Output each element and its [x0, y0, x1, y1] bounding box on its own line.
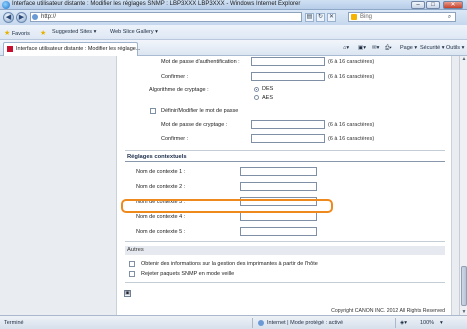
settings-panel: Mot de passe d'authentification : (6 à 1…	[116, 56, 452, 315]
auth-password-label: Mot de passe d'authentification :	[161, 59, 240, 65]
encryption-aes-radio[interactable]	[254, 95, 259, 100]
encryption-des-radio[interactable]	[254, 87, 259, 92]
tools-menu[interactable]: Outils ▾	[446, 45, 464, 51]
refresh-icon[interactable]: ↻	[316, 13, 325, 22]
safety-menu[interactable]: Sécurité ▾	[420, 45, 444, 51]
context-name-2-label: Nom de contexte 2 :	[136, 184, 186, 190]
search-field[interactable]: Bing ⌕	[348, 12, 456, 22]
encrypt-password-hint: (6 à 16 caractères)	[328, 122, 375, 128]
reject-snmp-sleep-label: Rejeter paquets SNMP en mode veille	[141, 271, 235, 277]
reject-snmp-sleep-checkbox[interactable]	[129, 271, 135, 277]
context-name-4-input[interactable]	[240, 212, 317, 221]
suggested-sites-button[interactable]: Suggested Sites ▾	[52, 29, 96, 35]
highlight-box	[121, 199, 333, 213]
favorites-bar: ★ Favoris ★ Suggested Sites ▾ Web Slice …	[0, 25, 467, 40]
left-margin	[0, 56, 116, 315]
scroll-thumb[interactable]	[461, 266, 467, 306]
favorites-button[interactable]: ★ Favoris	[4, 29, 30, 37]
forward-button[interactable]: ▶	[16, 12, 27, 23]
url-text: http://	[41, 14, 57, 20]
home-icon[interactable]: ⌂▾	[343, 45, 349, 51]
canon-favicon-icon	[7, 46, 13, 52]
encryption-label: Algorithme de cryptage :	[149, 87, 209, 93]
command-bar: Interface utilisateur distante : Modifie…	[0, 40, 467, 56]
zoom-level[interactable]: 100%	[420, 320, 434, 326]
compatibility-view-icon[interactable]: ▤	[305, 13, 314, 22]
zoom-dropdown-icon[interactable]: ▾	[440, 320, 443, 326]
page-menu[interactable]: Page ▾	[400, 45, 417, 51]
back-button[interactable]: ◀	[3, 12, 14, 23]
tab-label: Interface utilisateur distante : Modifie…	[16, 46, 141, 52]
address-bar: ◀ ▶ http:// ▤ ↻ ✕ Bing ⌕	[0, 10, 467, 25]
bing-icon	[351, 14, 357, 20]
others-title: Autres	[125, 246, 445, 255]
divider	[395, 318, 396, 328]
divider	[125, 282, 445, 283]
feeds-icon[interactable]: ▣▾	[358, 45, 366, 51]
encryption-des-label: DES	[262, 86, 274, 92]
maximize-button[interactable]: □	[426, 1, 440, 9]
set-change-password-label: Définir/Modifier le mot de passe	[161, 108, 239, 114]
status-text: Terminé	[4, 320, 24, 326]
security-zone-text[interactable]: Internet | Mode protégé : activé	[267, 320, 343, 326]
divider	[125, 241, 445, 242]
encrypt-password-input[interactable]	[251, 120, 325, 129]
auth-password-hint: (6 à 16 caractères)	[328, 59, 375, 65]
search-icon[interactable]: ⌕	[445, 13, 454, 21]
close-button[interactable]: ✕	[443, 1, 463, 9]
page-content: Mot de passe d'authentification : (6 à 1…	[0, 56, 459, 315]
title-bar: Interface utilisateur distante : Modifie…	[0, 0, 467, 10]
context-name-1-input[interactable]	[240, 167, 317, 176]
copyright-text: Copyright CANON INC. 2012 All Rights Res…	[331, 308, 445, 314]
confirm-auth-hint: (6 à 16 caractères)	[328, 74, 375, 80]
context-settings-title: Réglages contextuels	[125, 153, 445, 162]
divider	[125, 150, 445, 151]
encrypt-password-label: Mot de passe de cryptage :	[161, 122, 228, 128]
vertical-scrollbar[interactable]: ▲ ▼	[459, 56, 467, 315]
set-change-password-checkbox[interactable]	[150, 108, 156, 114]
window-title: Interface utilisateur distante : Modifie…	[12, 1, 301, 7]
context-name-5-label: Nom de contexte 5 :	[136, 229, 186, 235]
divider	[252, 318, 253, 328]
auth-password-input[interactable]	[251, 57, 325, 66]
search-placeholder: Bing	[360, 14, 373, 20]
url-field[interactable]: http://	[30, 12, 302, 22]
confirm-auth-label: Confirmer :	[161, 74, 189, 80]
encryption-aes-label: AES	[262, 95, 274, 101]
context-name-2-input[interactable]	[240, 182, 317, 191]
internet-explorer-icon	[2, 1, 10, 9]
confirm-encrypt-hint: (6 à 16 caractères)	[328, 136, 375, 142]
mail-icon[interactable]: ✉▾	[372, 45, 379, 51]
scroll-up-icon[interactable]: ▲	[461, 56, 467, 62]
obtain-printer-info-checkbox[interactable]	[129, 261, 135, 267]
minimize-button[interactable]: –	[411, 1, 425, 9]
stop-icon[interactable]: ✕	[327, 13, 336, 22]
page-icon	[32, 14, 38, 20]
tab-remote-ui[interactable]: Interface utilisateur distante : Modifie…	[3, 42, 141, 56]
add-favorites-icon[interactable]: ★	[40, 29, 46, 37]
context-name-4-label: Nom de contexte 4 :	[136, 214, 186, 220]
obtain-printer-info-label: Obtenir des informations sur la gestion …	[141, 261, 318, 267]
confirm-auth-input[interactable]	[251, 72, 325, 81]
confirm-encrypt-input[interactable]	[251, 134, 325, 143]
context-name-5-input[interactable]	[240, 227, 317, 236]
internet-zone-icon	[258, 320, 264, 326]
expand-icon[interactable]: ▣	[124, 290, 131, 297]
context-name-1-label: Nom de contexte 1 :	[136, 169, 186, 175]
protected-mode-icon[interactable]: ◈▾	[400, 320, 407, 326]
star-icon: ★	[4, 30, 11, 37]
print-icon[interactable]: ⎙▾	[385, 45, 392, 52]
web-slice-gallery-button[interactable]: Web Slice Gallery ▾	[110, 29, 158, 35]
confirm-encrypt-label: Confirmer :	[161, 136, 189, 142]
status-bar: Terminé Internet | Mode protégé : activé…	[0, 315, 467, 329]
